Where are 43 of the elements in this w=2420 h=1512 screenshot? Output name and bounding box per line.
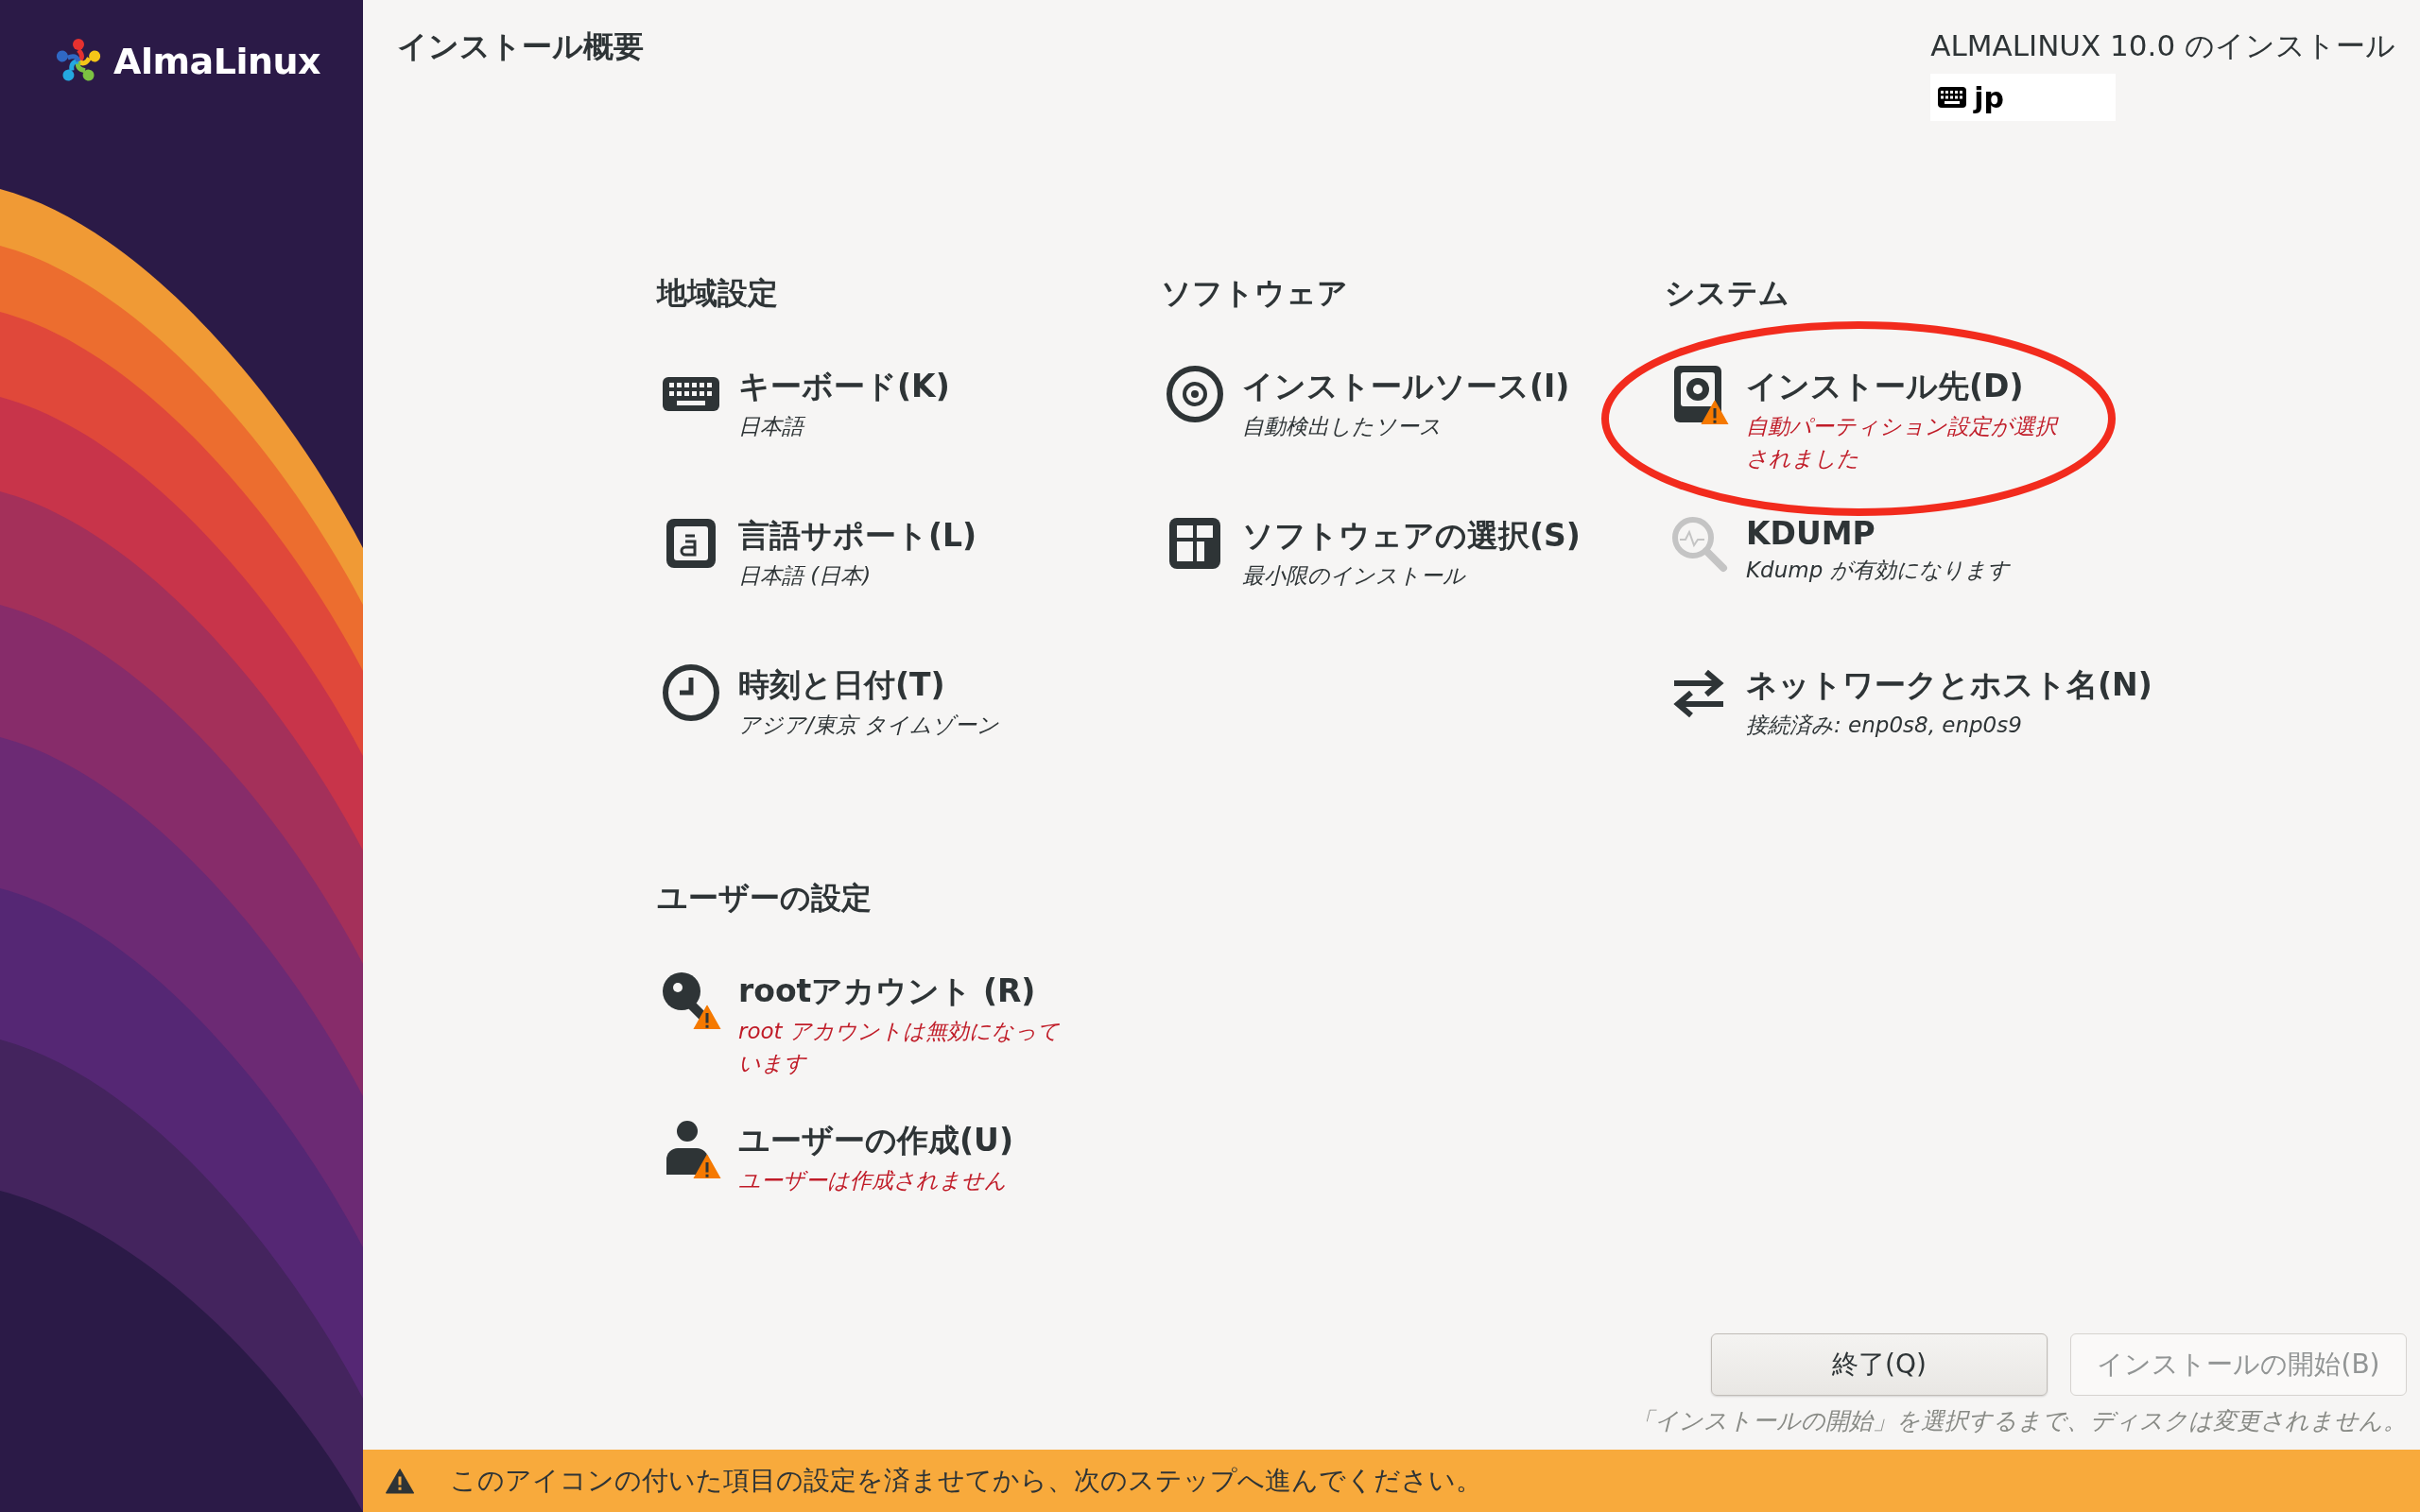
spoke-title: ソフトウェアの選択(S) bbox=[1242, 516, 1581, 556]
settings-spoke[interactable]: ネットワークとホスト名(N) 接続済み: enp0s8, enp0s9 bbox=[1665, 662, 2156, 812]
settings-spoke[interactable]: rootアカウント (R) root アカウントは無効になっています bbox=[657, 969, 1149, 1118]
spoke-status: 接続済み: enp0s8, enp0s9 bbox=[1746, 712, 2023, 739]
logo-text: AlmaLinux bbox=[113, 41, 321, 82]
settings-spoke[interactable]: 時刻と日付(T) アジア/東京 タイムゾーン bbox=[657, 662, 1149, 812]
category-heading: システム bbox=[1665, 274, 1789, 313]
spoke-title: rootアカウント (R) bbox=[738, 971, 1037, 1011]
category-heading: ソフトウェア bbox=[1161, 274, 1348, 313]
spoke-title: 言語サポート(L) bbox=[738, 516, 977, 556]
warning-message: このアイコンの付いた項目の設定を済ませてから、次のステップへ進んでください。 bbox=[450, 1464, 1482, 1498]
product-title: ALMALINUX 10.0 のインストール bbox=[1930, 27, 2395, 64]
spoke-title: 時刻と日付(T) bbox=[738, 665, 946, 705]
spoke-title: KDUMP bbox=[1746, 515, 1876, 552]
spoke-status: ユーザーは作成されません bbox=[738, 1167, 1008, 1194]
spoke-status: アジア/東京 タイムゾーン bbox=[738, 712, 1000, 739]
settings-spoke[interactable]: 言語サポート(L) 日本語 (日本) bbox=[657, 513, 1149, 662]
action-button[interactable]: 終了(Q) bbox=[1711, 1333, 2048, 1396]
spoke-status: 自動検出したソース bbox=[1242, 413, 1443, 440]
spoke-status: 自動パーティション設定が選択されました bbox=[1746, 413, 2060, 472]
category-heading: 地域設定 bbox=[657, 274, 778, 313]
spoke-title: ネットワークとホスト名(N) bbox=[1746, 665, 2152, 705]
spoke-title: インストール先(D) bbox=[1746, 367, 2025, 406]
spoke-status: 日本語 bbox=[738, 410, 950, 442]
spoke-status: 日本語 (日本) bbox=[738, 562, 873, 590]
spoke-status: 最小限のインストール bbox=[1242, 562, 1467, 590]
warning-icon bbox=[386, 1468, 414, 1494]
settings-spoke[interactable]: KDUMP Kdump が有効になります bbox=[1665, 513, 2156, 662]
spoke-title: ユーザーの作成(U) bbox=[738, 1121, 1013, 1160]
keyboard-icon bbox=[1938, 87, 1967, 108]
settings-spoke[interactable]: ソフトウェアの選択(S) 最小限のインストール bbox=[1161, 513, 1652, 662]
spoke-status: Kdump が有効になります bbox=[1746, 557, 2010, 584]
settings-spoke[interactable]: キーボード(K) 日本語 bbox=[657, 364, 1149, 513]
page-title: インストール概要 bbox=[397, 27, 644, 66]
spoke-status: root アカウントは無効になっています bbox=[738, 1018, 1061, 1077]
settings-spoke[interactable]: インストールソース(I) 自動検出したソース bbox=[1161, 364, 1652, 513]
spoke-title: インストールソース(I) bbox=[1242, 367, 1570, 406]
settings-spoke[interactable]: インストール先(D) 自動パーティション設定が選択されました bbox=[1665, 364, 2156, 513]
settings-spoke[interactable]: ユーザーの作成(U) ユーザーは作成されません bbox=[657, 1118, 1149, 1267]
category-heading: ユーザーの設定 bbox=[657, 879, 872, 918]
keyboard-layout-indicator[interactable]: jp bbox=[1930, 74, 2117, 121]
disk-notice: 「インストールの開始」を選択するまで、ディスクは変更されません。 bbox=[1631, 1406, 2407, 1436]
spoke-title: キーボード(K) bbox=[738, 367, 950, 406]
